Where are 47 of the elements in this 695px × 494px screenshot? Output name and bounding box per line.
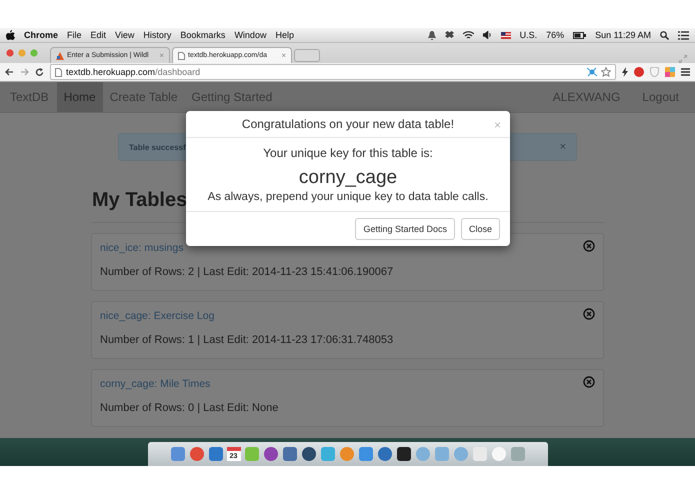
back-icon[interactable] [5,68,14,76]
menu-item[interactable]: History [143,30,172,40]
bug-icon[interactable] [587,67,597,77]
menu-icon[interactable] [681,68,690,76]
alert-text: Table successf [129,142,186,152]
star-icon[interactable] [601,67,611,77]
page-icon [55,68,62,76]
bolt-icon[interactable] [622,67,628,77]
menu-item[interactable]: Chrome [24,30,58,40]
forward-icon[interactable] [20,68,29,76]
menu-item[interactable]: Bookmarks [180,30,226,40]
fullscreen-icon[interactable] [679,55,687,63]
extension-icon[interactable] [665,67,675,77]
bell-icon[interactable] [428,30,436,40]
app-icon[interactable] [396,446,412,462]
modal-text: As always, prepend your unique key to data table calls. [208,191,488,203]
list-icon[interactable] [678,30,689,40]
input-source[interactable]: U.S. [520,30,538,40]
battery-percent: 76% [546,30,564,40]
flag-icon[interactable] [500,32,511,38]
modal-button[interactable]: Close [460,218,500,240]
clock[interactable]: Sun 11:29 AM [595,30,651,40]
delete-icon[interactable] [583,376,595,388]
menu-item[interactable]: View [115,30,134,40]
speaker-icon[interactable] [482,31,492,39]
app-icon[interactable] [300,446,316,462]
menu-item[interactable]: Window [234,30,266,40]
modal-text: Your unique key for this table is: [263,146,433,160]
delete-icon[interactable] [583,240,595,252]
page-icon [178,52,185,60]
table-info: Number of Rows: 1 | Last Edit: 2014-11-23 17:06:31.748053 [100,334,394,346]
table-info: Number of Rows: 0 | Last Edit: None [100,402,280,414]
menu-item[interactable]: Edit [90,30,106,40]
address-field[interactable]: textdb.herokuapp.com/dashboard [50,64,616,80]
table-key: corny_cage [298,167,398,189]
menu-item[interactable]: Help [275,30,294,40]
favicon-icon [56,52,64,60]
apple-icon[interactable] [6,30,15,40]
modal-button[interactable]: Getting Started Docs [355,218,455,240]
menu-item[interactable]: File [67,30,82,40]
table-info: Number of Rows: 2 | Last Edit: 2014-11-23 15:41:06.190067 [100,266,394,278]
search-icon[interactable] [660,30,669,40]
wifi-icon[interactable] [462,30,474,40]
reload-icon[interactable] [35,68,44,76]
delete-icon[interactable] [583,308,595,320]
modal-title: Congratulations on your new data table! [242,117,454,131]
battery-icon[interactable] [573,32,586,38]
